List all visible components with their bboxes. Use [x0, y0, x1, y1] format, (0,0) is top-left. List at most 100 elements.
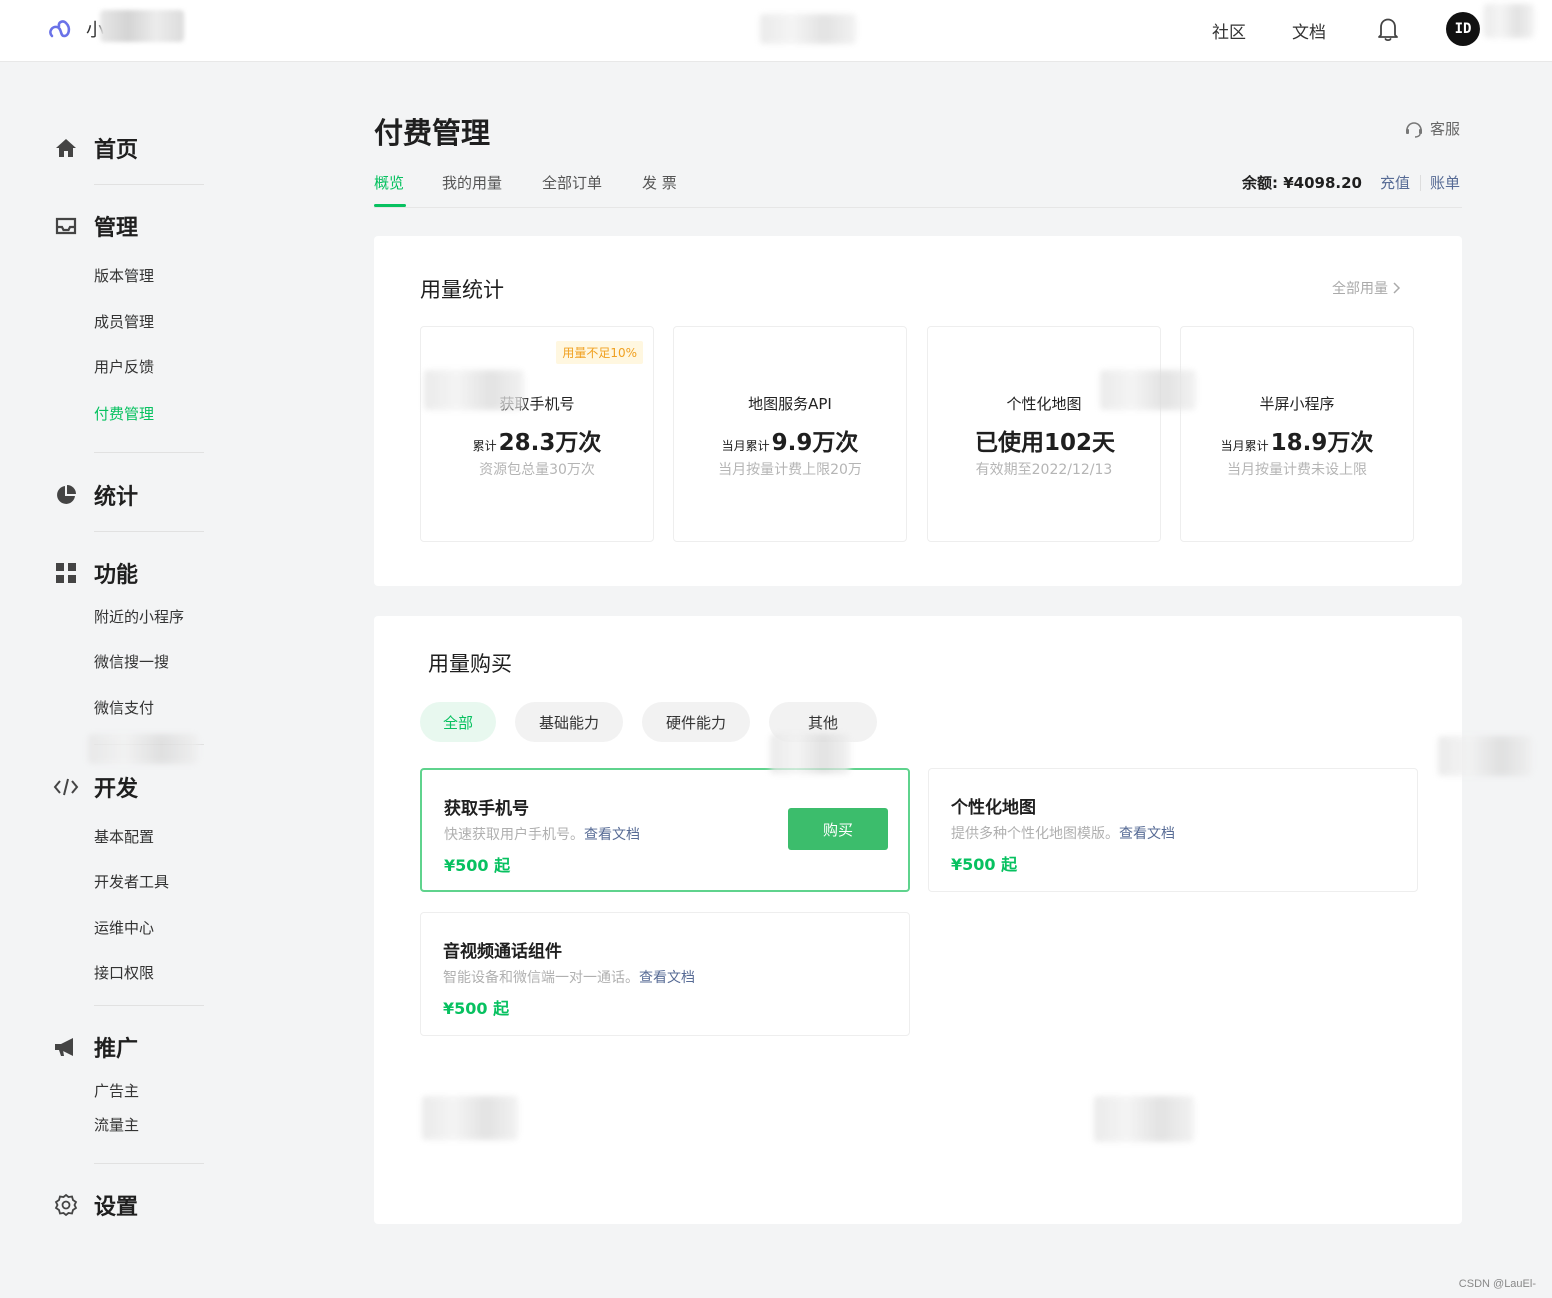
sidebar-group-stats[interactable]: 统计	[52, 479, 138, 511]
stat-note: 资源包总量30万次	[479, 462, 595, 478]
watermark-blur	[88, 734, 198, 764]
sidebar-item-config[interactable]: 基本配置	[94, 826, 154, 847]
view-docs-link[interactable]: 查看文档	[584, 827, 640, 843]
sidebar-group-manage[interactable]: 管理	[52, 210, 138, 242]
product-price: ¥500 起	[951, 855, 1018, 874]
sidebar-group-features[interactable]: 功能	[52, 557, 138, 589]
chevron-right-icon	[1393, 282, 1401, 294]
view-docs-link[interactable]: 查看文档	[639, 970, 695, 986]
sidebar-item-billing[interactable]: 付费管理	[94, 403, 154, 424]
product-card-av-call[interactable]: 音视频通话组件 智能设备和微信端一对一通话。查看文档 ¥500 起	[420, 912, 910, 1036]
avatar[interactable]: ID	[1446, 12, 1480, 46]
watermark-blur	[760, 14, 856, 44]
sidebar-item-advertiser[interactable]: 广告主	[94, 1080, 139, 1101]
nav-community-link[interactable]: 社区	[1212, 18, 1246, 43]
stat-card-half-screen[interactable]: 半屏小程序 当月累计18.9万次 当月按量计费未设上限	[1180, 326, 1414, 542]
csdn-watermark: CSDN @LauEl-	[1458, 1278, 1536, 1290]
product-desc-text: 智能设备和微信端一对一通话。	[443, 970, 639, 986]
sidebar-item-members[interactable]: 成员管理	[94, 311, 154, 332]
sidebar-group-label: 首页	[94, 138, 139, 163]
stat-number: 28.3万次	[498, 430, 602, 456]
sidebar-item-version[interactable]: 版本管理	[94, 265, 154, 286]
sidebar-group-promo[interactable]: 推广	[52, 1031, 138, 1063]
inbox-icon	[52, 212, 80, 240]
sidebar-group-label: 设置	[94, 1195, 139, 1220]
sidebar-divider	[94, 1005, 204, 1006]
watermark-blur	[424, 370, 524, 410]
product-desc-text: 提供多种个性化地图模版。	[951, 826, 1119, 842]
sidebar-item-search[interactable]: 微信搜一搜	[94, 651, 169, 672]
bell-icon[interactable]	[1376, 16, 1400, 42]
recharge-link[interactable]: 充值	[1380, 172, 1410, 193]
usage-stats-title: 用量统计	[420, 278, 504, 302]
stat-card-custom-map[interactable]: 个性化地图 已使用102天 有效期至2022/12/13	[927, 326, 1161, 542]
sidebar-divider	[94, 184, 204, 185]
watermark-blur	[1438, 736, 1532, 776]
view-docs-link[interactable]: 查看文档	[1119, 826, 1175, 842]
pie-chart-icon	[52, 481, 80, 509]
all-usage-label: 全部用量	[1332, 281, 1388, 297]
stat-value: 当月累计9.9万次	[674, 423, 906, 457]
stat-name: 地图服务API	[748, 395, 832, 413]
stat-number: 18.9万次	[1270, 430, 1374, 456]
sidebar-divider	[94, 452, 204, 453]
bill-link[interactable]: 账单	[1430, 172, 1460, 193]
customer-service-link[interactable]: 客服	[1404, 118, 1460, 139]
stat-value: 当月累计18.9万次	[1181, 423, 1413, 457]
sidebar-group-dev[interactable]: 开发	[52, 771, 138, 803]
usage-stats-panel: 用量统计 全部用量 用量不足10% 获取手机号 累计28.3万次 资源包总量30…	[374, 236, 1462, 586]
sidebar-item-api-perm[interactable]: 接口权限	[94, 962, 154, 983]
stat-prefix: 当月累计	[1220, 439, 1269, 453]
sidebar-item-publisher[interactable]: 流量主	[94, 1114, 139, 1135]
product-desc-text: 快速获取用户手机号。	[444, 827, 584, 843]
app-logo-icon[interactable]	[44, 12, 78, 46]
stat-note: 有效期至2022/12/13	[975, 462, 1113, 478]
stat-card-map-api[interactable]: 地图服务API 当月累计9.9万次 当月按量计费上限20万	[673, 326, 907, 542]
filter-all[interactable]: 全部	[420, 702, 496, 742]
sidebar-item-pay[interactable]: 微信支付	[94, 697, 154, 718]
stat-name: 半屏小程序	[1259, 395, 1335, 413]
stat-card-phone[interactable]: 用量不足10% 获取手机号 累计28.3万次 资源包总量30万次	[420, 326, 654, 542]
purchase-title: 用量购买	[428, 652, 512, 676]
sidebar-group-home[interactable]: 首页	[52, 132, 138, 164]
balance-separator	[1420, 175, 1421, 191]
sidebar-group-label: 功能	[94, 563, 139, 588]
filter-hardware[interactable]: 硬件能力	[642, 702, 750, 742]
buy-button[interactable]: 购买	[788, 808, 888, 850]
home-icon	[52, 134, 80, 162]
watermark-blur	[422, 1096, 518, 1140]
sidebar-item-ops[interactable]: 运维中心	[94, 917, 154, 938]
stat-prefix: 当月累计	[721, 439, 770, 453]
product-name: 个性化地图	[951, 798, 1036, 818]
nav-docs-link[interactable]: 文档	[1292, 18, 1326, 43]
watermark-blur	[1100, 370, 1196, 410]
product-price: ¥500 起	[443, 999, 510, 1018]
app-name-redacted	[100, 10, 184, 42]
sidebar-group-label: 开发	[94, 777, 139, 802]
low-usage-badge: 用量不足10%	[556, 341, 643, 364]
product-name: 获取手机号	[444, 799, 529, 819]
tab-overview[interactable]: 概览	[374, 172, 404, 193]
stat-note: 当月按量计费上限20万	[718, 462, 862, 478]
tab-my-usage[interactable]: 我的用量	[442, 172, 502, 193]
tab-invoice[interactable]: 发 票	[642, 172, 677, 193]
filter-basic[interactable]: 基础能力	[515, 702, 623, 742]
stat-number: 已使用102天	[974, 430, 1115, 456]
product-card-custom-map[interactable]: 个性化地图 提供多种个性化地图模版。查看文档 ¥500 起	[928, 768, 1418, 892]
sidebar-group-settings[interactable]: 设置	[52, 1189, 138, 1221]
product-desc: 智能设备和微信端一对一通话。查看文档	[443, 967, 695, 987]
product-desc: 快速获取用户手机号。查看文档	[444, 824, 640, 844]
watermark-blur	[1484, 4, 1534, 38]
sidebar-group-label: 统计	[94, 485, 139, 510]
stat-number: 9.9万次	[771, 430, 859, 456]
product-card-phone[interactable]: 获取手机号 快速获取用户手机号。查看文档 ¥500 起 购买	[420, 768, 910, 892]
all-usage-link[interactable]: 全部用量	[1332, 278, 1402, 298]
sidebar-item-nearby[interactable]: 附近的小程序	[94, 606, 184, 627]
gear-icon	[52, 1191, 80, 1219]
tab-all-orders[interactable]: 全部订单	[542, 172, 602, 193]
sidebar-group-label: 推广	[94, 1037, 139, 1062]
page-title: 付费管理	[374, 116, 491, 150]
sidebar-item-devtools[interactable]: 开发者工具	[94, 871, 169, 892]
sidebar-item-feedback[interactable]: 用户反馈	[94, 356, 154, 377]
purchase-panel: 用量购买 全部 基础能力 硬件能力 其他 获取手机号 快速获取用户手机号。查看文…	[374, 616, 1462, 1224]
